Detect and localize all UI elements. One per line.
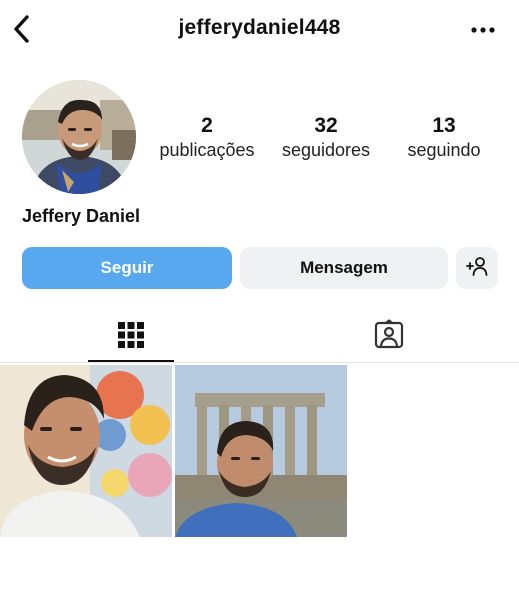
add-person-icon bbox=[465, 255, 489, 282]
tab-tagged[interactable] bbox=[346, 312, 432, 362]
more-options-icon[interactable] bbox=[466, 18, 500, 42]
stat-posts-label: publicações bbox=[159, 140, 255, 160]
follow-button[interactable]: Seguir bbox=[22, 247, 232, 289]
stat-followers-label: seguidores bbox=[281, 140, 371, 160]
post-thumbnail[interactable] bbox=[175, 365, 347, 537]
tabs-divider bbox=[0, 362, 519, 363]
stat-posts[interactable]: 2 publicações bbox=[147, 114, 267, 162]
stat-followers[interactable]: 32 seguidores bbox=[266, 114, 386, 162]
tagged-person-icon bbox=[373, 318, 405, 356]
stat-following-label: seguindo bbox=[407, 140, 481, 160]
message-button[interactable]: Mensagem bbox=[240, 247, 448, 289]
stat-followers-count: 32 bbox=[314, 114, 338, 137]
top-bar: jefferydaniel448 bbox=[0, 0, 519, 60]
stat-following[interactable]: 13 seguindo bbox=[384, 114, 504, 162]
profile-avatar[interactable] bbox=[22, 80, 136, 194]
profile-display-name: Jeffery Daniel bbox=[22, 206, 141, 226]
stat-posts-count: 2 bbox=[201, 114, 213, 137]
add-user-button[interactable] bbox=[456, 247, 498, 289]
post-thumbnail[interactable] bbox=[0, 365, 172, 537]
profile-username: jefferydaniel448 bbox=[178, 16, 341, 39]
stat-following-count: 13 bbox=[432, 114, 456, 137]
grid-icon bbox=[116, 320, 146, 355]
tab-posts-grid[interactable] bbox=[88, 312, 174, 362]
